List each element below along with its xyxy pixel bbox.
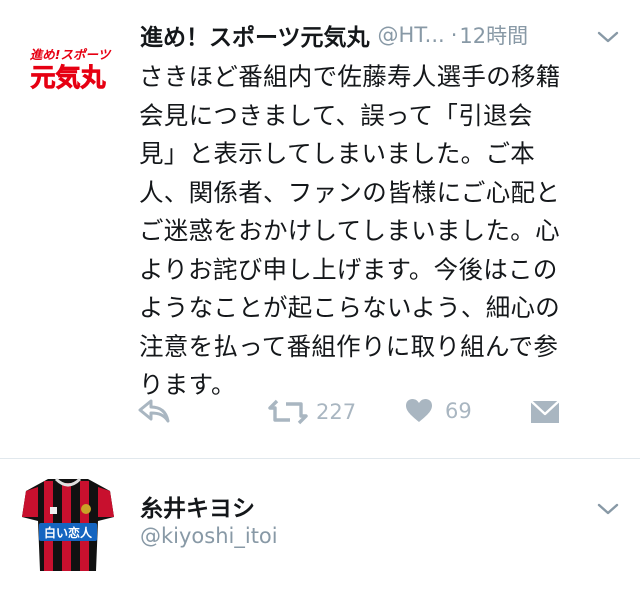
tweet-actions: 227 69 bbox=[0, 396, 640, 432]
genkimaru-logo-avatar[interactable]: 進め!スポーツ 元気丸 bbox=[24, 46, 116, 94]
logo-top-text: 進め!スポーツ bbox=[30, 47, 112, 62]
tweet-timestamp[interactable]: 12時間 bbox=[459, 20, 528, 50]
display-name[interactable]: 進め！スポーツ元気丸 bbox=[140, 18, 370, 52]
user-list-item[interactable]: 白い恋人 糸井キヨシ @kiyoshi_itoi bbox=[0, 459, 640, 614]
separator-dot: · bbox=[450, 23, 458, 47]
tweet-card[interactable]: 進め!スポーツ 元気丸 進め！スポーツ元気丸 @HT... · 12時間 さきほ… bbox=[0, 0, 640, 458]
user-name[interactable]: 糸井キヨシ bbox=[140, 489, 255, 523]
reply-icon bbox=[138, 399, 170, 423]
reply-button[interactable] bbox=[137, 398, 171, 424]
chevron-down-icon[interactable] bbox=[596, 30, 620, 44]
user-avatar-jersey[interactable]: 白い恋人 bbox=[22, 477, 114, 571]
heart-icon bbox=[406, 399, 432, 422]
retweet-icon bbox=[268, 399, 308, 425]
like-button[interactable]: 69 bbox=[405, 398, 472, 424]
like-count: 69 bbox=[445, 399, 472, 423]
chevron-down-icon[interactable] bbox=[596, 502, 620, 516]
retweet-count: 227 bbox=[316, 400, 357, 424]
user-handle[interactable]: @HT... bbox=[378, 23, 445, 47]
tweet-header: 進め！スポーツ元気丸 @HT... · 12時間 bbox=[140, 18, 620, 52]
direct-message-button[interactable] bbox=[530, 400, 560, 424]
logo-main-text: 元気丸 bbox=[30, 63, 105, 92]
retweet-button[interactable]: 227 bbox=[268, 398, 356, 426]
dm-envelope-icon bbox=[530, 400, 560, 423]
user-handle[interactable]: @kiyoshi_itoi bbox=[140, 524, 278, 548]
jersey-sponsor-text: 白い恋人 bbox=[44, 525, 93, 540]
tweet-text: さきほど番組内で佐藤寿人選手の移籍 会見につきまして、誤って「引退会 見」と表示… bbox=[139, 62, 561, 399]
